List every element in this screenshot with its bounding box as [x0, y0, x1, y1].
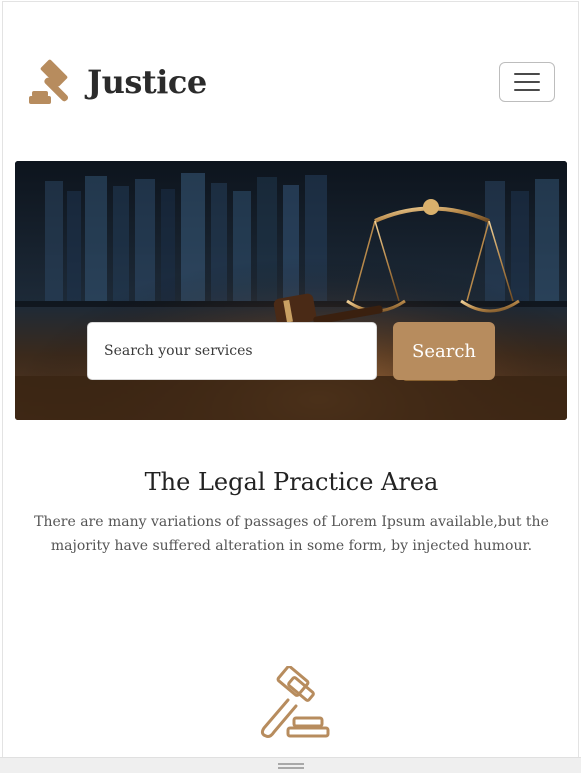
- gavel-outline-icon: [260, 666, 330, 738]
- hero-banner: Search: [15, 161, 567, 420]
- site-header: Justice: [3, 2, 580, 162]
- service-search-input[interactable]: [87, 322, 377, 380]
- gavel-icon: [29, 59, 69, 104]
- resize-handle-icon[interactable]: [278, 763, 304, 769]
- brand-link[interactable]: Justice: [27, 58, 207, 106]
- section-description: There are many variations of passages of…: [34, 514, 549, 554]
- hamburger-line: [514, 89, 540, 91]
- hamburger-menu-button[interactable]: [499, 62, 555, 102]
- page-frame: Justice Search your services Search The …: [2, 1, 579, 757]
- hamburger-line: [514, 73, 540, 75]
- section-title: The Legal Practice Area: [144, 468, 439, 496]
- bottom-resize-bar: [0, 757, 581, 773]
- search-button[interactable]: Search: [393, 322, 495, 380]
- brand-name: Justice: [87, 63, 207, 101]
- hero-background-image: [15, 161, 567, 420]
- hamburger-line: [514, 81, 540, 83]
